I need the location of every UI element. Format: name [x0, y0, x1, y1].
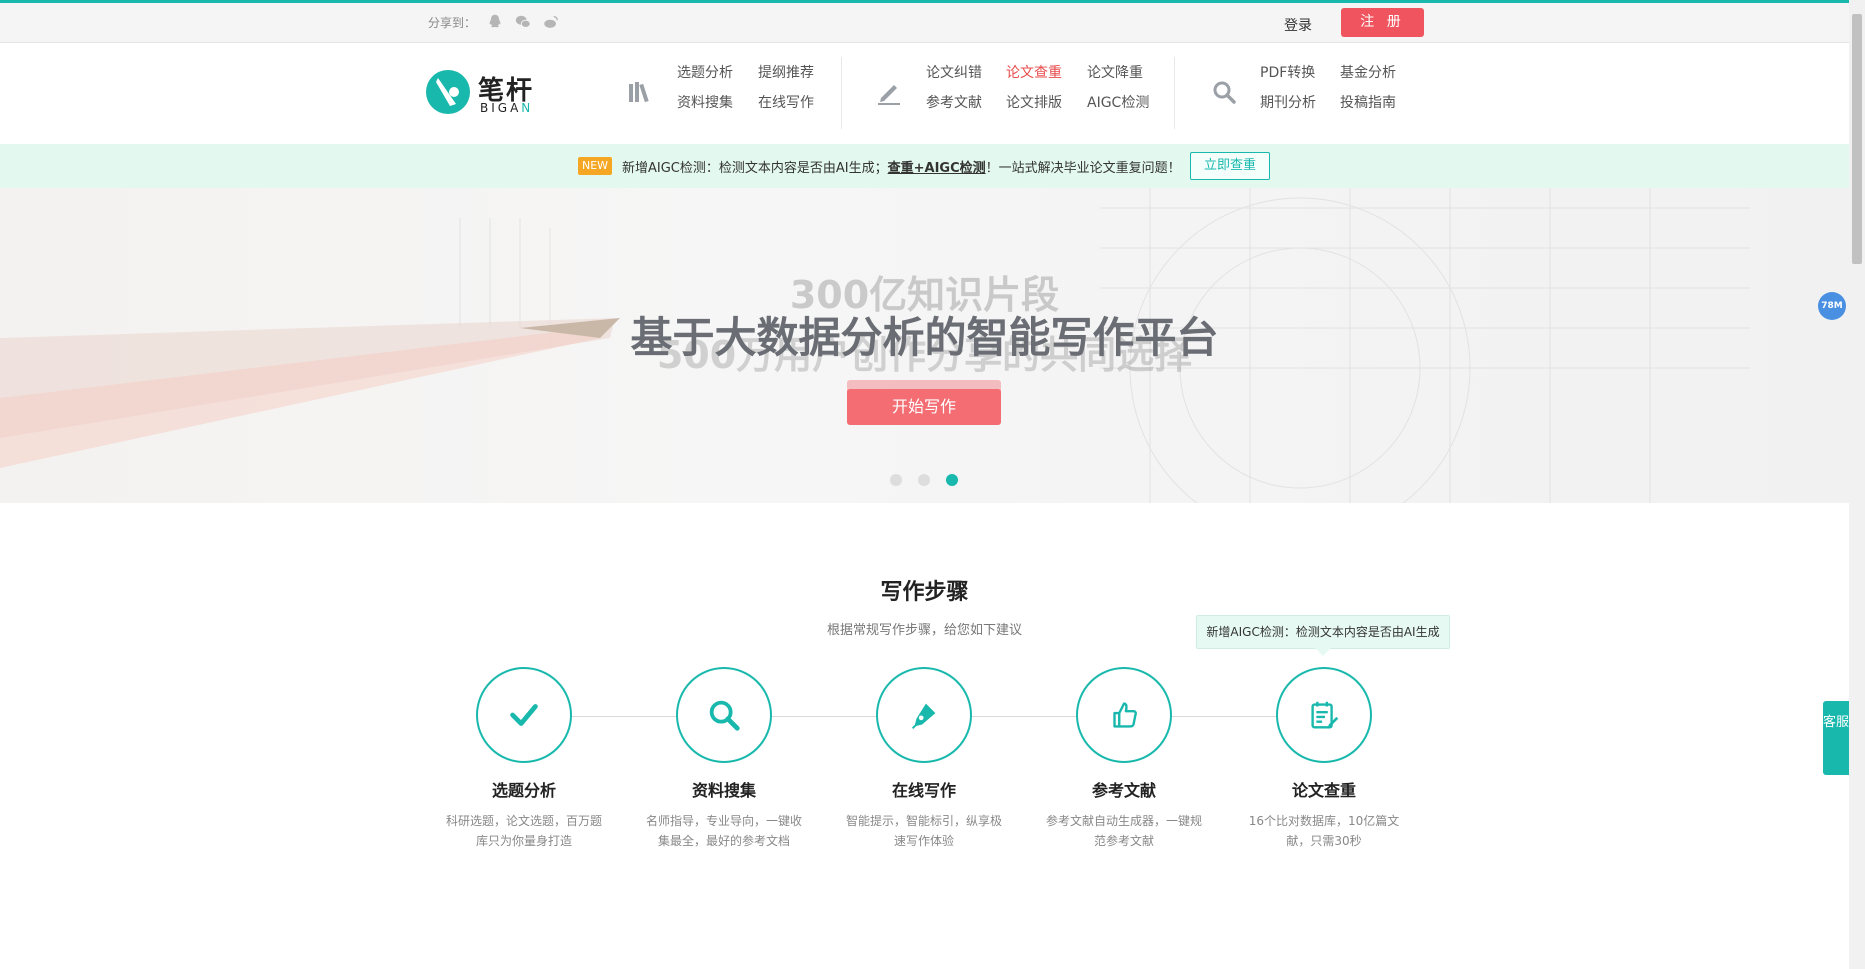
- start-writing-button[interactable]: 开始写作: [847, 389, 1001, 425]
- nav-pdf-convert[interactable]: PDF转换: [1260, 62, 1315, 82]
- hero-banner: 300亿知识片段 500万用户创作分享的共同选择 基于大数据分析的智能写作平台 …: [0, 188, 1849, 503]
- step-description: 参考文献自动生成器，一键规范参考文献: [1045, 814, 1202, 848]
- share-bar: 分享到：: [428, 13, 560, 31]
- nav-online-writing[interactable]: 在线写作: [758, 92, 814, 112]
- nav-divider: [841, 57, 842, 129]
- search-icon: [709, 700, 740, 731]
- check-icon: [510, 704, 538, 726]
- customer-service-button[interactable]: 客服: [1823, 701, 1849, 775]
- main-header: 笔杆 BIGAN 选题分析 提纲推荐 资料搜集 在线写作 论文纠错 论文查重 论…: [0, 43, 1865, 144]
- step-description: 智能提示，智能标引，纵享极速写作体验: [845, 814, 1002, 848]
- step-description: 名师指导，专业导向，一键收集最全，最好的参考文档: [645, 814, 802, 848]
- wechat-icon[interactable]: [514, 13, 532, 31]
- new-badge: NEW: [578, 157, 612, 175]
- step-circle[interactable]: [1076, 667, 1172, 763]
- carousel-dot-active[interactable]: [946, 474, 958, 486]
- steps-subtitle: 根据常规写作步骤，给您如下建议: [826, 623, 1022, 638]
- nav-reduce-duplicate[interactable]: 论文降重: [1087, 62, 1143, 82]
- announcement-text: 新增AIGC检测：检测文本内容是否由AI生成；查重+AIGC检测！一站式解决毕业…: [622, 161, 1181, 176]
- thumbs-up-icon: [1113, 702, 1137, 728]
- nav-divider: [1174, 57, 1175, 129]
- nav-submission-guide[interactable]: 投稿指南: [1340, 92, 1396, 112]
- speed-badge[interactable]: 78M: [1818, 292, 1846, 320]
- pencil-icon: [878, 85, 900, 105]
- nav-references[interactable]: 参考文献: [926, 92, 982, 112]
- step-material-collect[interactable]: 资料搜集 名师指导，专业导向，一键收集最全，最好的参考文档: [639, 667, 809, 851]
- nav-topic-analysis[interactable]: 选题分析: [677, 62, 733, 82]
- scrollbar[interactable]: [1849, 0, 1865, 969]
- step-description: 科研选题，论文选题，百万题库只为你量身打造: [445, 814, 602, 848]
- nav-material-collect[interactable]: 资料搜集: [677, 92, 733, 112]
- books-icon: [629, 82, 649, 103]
- nav-journal-analysis[interactable]: 期刊分析: [1260, 92, 1316, 112]
- aigc-tooltip: 新增AIGC检测：检测文本内容是否由AI生成: [1196, 615, 1450, 656]
- nav-paper-correct[interactable]: 论文纠错: [926, 62, 982, 82]
- step-circle[interactable]: [876, 667, 972, 763]
- weibo-icon[interactable]: [542, 13, 560, 31]
- search-icon: [1213, 81, 1236, 104]
- nav-paper-format[interactable]: 论文排版: [1006, 92, 1062, 112]
- step-name: 资料搜集: [691, 781, 756, 800]
- nav-plagiarism-check[interactable]: 论文查重: [1006, 62, 1062, 82]
- step-name: 参考文献: [1091, 781, 1156, 800]
- carousel-dot[interactable]: [918, 474, 930, 486]
- step-name: 在线写作: [891, 781, 956, 800]
- login-link[interactable]: 登录: [1284, 15, 1312, 35]
- step-circle[interactable]: [1276, 667, 1372, 763]
- step-circle[interactable]: [476, 667, 572, 763]
- top-bar: 分享到： 登录 注 册: [0, 3, 1865, 43]
- carousel-dots: [890, 474, 958, 486]
- step-references[interactable]: 参考文献 参考文献自动生成器，一键规范参考文献: [1039, 667, 1209, 851]
- share-label: 分享到：: [428, 15, 477, 30]
- pen-icon: [911, 703, 936, 729]
- logo[interactable]: 笔杆 BIGAN: [424, 68, 544, 118]
- steps-title: 写作步骤: [880, 580, 969, 605]
- scrollbar-thumb[interactable]: [1852, 14, 1862, 264]
- step-name: 选题分析: [491, 781, 556, 800]
- announcement-bar: NEW 新增AIGC检测：检测文本内容是否由AI生成；查重+AIGC检测！一站式…: [0, 144, 1849, 188]
- check-now-button[interactable]: 立即查重: [1190, 152, 1270, 180]
- carousel-dot[interactable]: [890, 474, 902, 486]
- announcement-link[interactable]: 查重+AIGC检测: [888, 161, 986, 176]
- step-topic-analysis[interactable]: 选题分析 科研选题，论文选题，百万题库只为你量身打造: [439, 667, 609, 851]
- bigan-logo-icon: [426, 70, 470, 114]
- step-description: 16个比对数据库，10亿篇文献，只需30秒: [1248, 814, 1400, 848]
- nav-aigc-detect[interactable]: AIGC检测: [1087, 92, 1149, 112]
- nav-group-tools: PDF转换 基金分析 期刊分析 投稿指南: [1210, 62, 1430, 122]
- logo-en: BIGAN: [480, 101, 534, 115]
- register-button[interactable]: 注 册: [1341, 8, 1424, 37]
- step-name: 论文查重: [1291, 781, 1356, 800]
- nav-fund-analysis[interactable]: 基金分析: [1340, 62, 1396, 82]
- step-circle[interactable]: [676, 667, 772, 763]
- document-edit-icon: [1311, 701, 1339, 729]
- step-online-writing[interactable]: 在线写作 智能提示，智能标引，纵享极速写作体验: [839, 667, 1009, 851]
- step-plagiarism-check[interactable]: 论文查重 16个比对数据库，10亿篇文献，只需30秒: [1239, 667, 1409, 851]
- nav-group-research: 选题分析 提纲推荐 资料搜集 在线写作: [626, 62, 826, 122]
- hero-title: 基于大数据分析的智能写作平台: [630, 313, 1219, 362]
- qq-icon[interactable]: [486, 13, 504, 31]
- nav-group-paper: 论文纠错 论文查重 论文降重 参考文献 论文排版 AIGC检测: [875, 62, 1175, 122]
- nav-outline[interactable]: 提纲推荐: [758, 62, 814, 82]
